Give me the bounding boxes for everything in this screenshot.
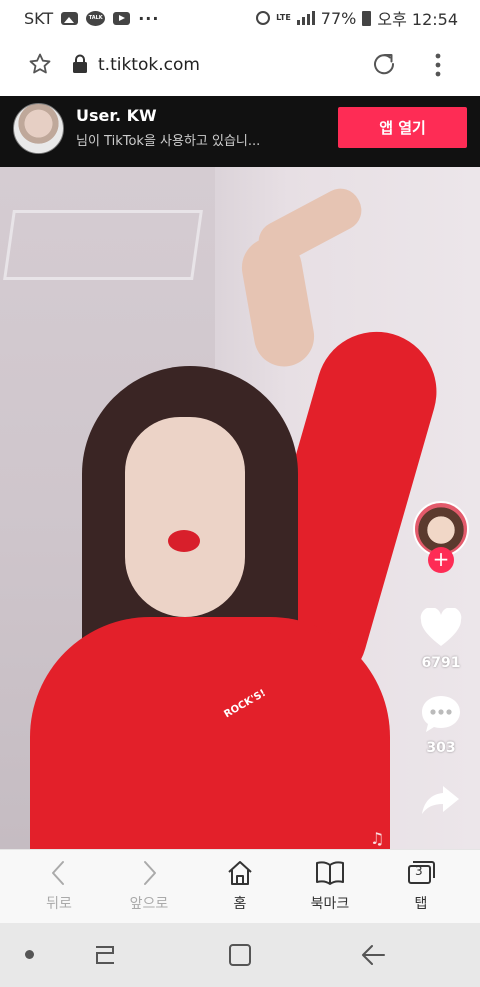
share-icon[interactable] [421, 784, 461, 816]
battery-percent: 77% [320, 8, 357, 28]
reload-icon[interactable] [371, 51, 397, 77]
kakaotalk-notification-icon: TALK [86, 10, 106, 26]
more-notifications-icon: ··· [138, 8, 160, 28]
alarm-icon [256, 11, 271, 25]
signal-icon [296, 11, 315, 25]
home-icon [228, 861, 252, 885]
back-label: 뒤로 [46, 896, 72, 912]
comment-icon[interactable] [420, 694, 462, 734]
banner-username: User. KW [76, 106, 157, 125]
youtube-notification-icon [113, 11, 131, 25]
hand [251, 181, 369, 271]
music-note-icon: ♫ [370, 829, 385, 848]
home-button[interactable]: 홈 [202, 859, 278, 919]
carrier-label: SKT [24, 8, 54, 28]
clock: 오후 12:54 [377, 10, 458, 29]
chevron-left-icon [52, 861, 64, 885]
ceiling-vent [3, 210, 203, 280]
book-icon [316, 861, 344, 885]
video-player[interactable]: ROCK'S! [0, 167, 480, 849]
bookmark-star-icon[interactable] [28, 52, 52, 76]
back-nav-icon[interactable] [360, 943, 386, 967]
bookmarks-label: 북마크 [310, 896, 350, 912]
tab-count: 3 [415, 864, 423, 878]
like-count: 6791 [421, 655, 461, 671]
follow-button[interactable]: + [428, 547, 454, 573]
bookmarks-button[interactable]: 북마크 [292, 859, 368, 919]
recent-apps-icon[interactable] [92, 944, 118, 966]
battery-icon [362, 10, 372, 26]
gallery-notification-icon [61, 11, 79, 25]
lte-indicator: LTE [276, 13, 291, 22]
user-avatar[interactable] [13, 103, 64, 154]
chevron-right-icon [144, 861, 156, 885]
back-button[interactable]: 뒤로 [21, 859, 97, 919]
url-text[interactable]: t.tiktok.com [98, 55, 200, 75]
tabs-button[interactable]: 3 탭 [383, 859, 459, 919]
nav-hide-dot-icon[interactable] [25, 950, 34, 959]
red-sweatshirt [30, 617, 390, 849]
open-app-button[interactable]: 앱 열기 [338, 107, 467, 148]
tabs-label: 탭 [414, 896, 428, 912]
more-menu-icon[interactable] [428, 52, 448, 78]
android-navigation-bar [0, 923, 480, 987]
tiktok-app-banner: User. KW 님이 TikTok을 사용하고 있습니... 앱 열기 [0, 96, 480, 167]
lips [168, 530, 200, 552]
browser-url-bar: t.tiktok.com [0, 36, 480, 96]
forward-label: 앞으로 [129, 896, 169, 912]
comment-count: 303 [426, 740, 456, 756]
home-label: 홈 [233, 896, 247, 912]
home-nav-icon[interactable] [228, 943, 252, 967]
heart-icon[interactable] [420, 608, 462, 648]
forward-button[interactable]: 앞으로 [111, 859, 187, 919]
lock-icon [73, 54, 87, 73]
status-bar: SKT TALK ··· LTE 77% 오후 12:54 [0, 0, 480, 36]
banner-subtitle: 님이 TikTok을 사용하고 있습니... [76, 134, 261, 149]
person-face [125, 417, 245, 617]
browser-toolbar: 뒤로 앞으로 홈 북마크 3 탭 [0, 849, 480, 923]
